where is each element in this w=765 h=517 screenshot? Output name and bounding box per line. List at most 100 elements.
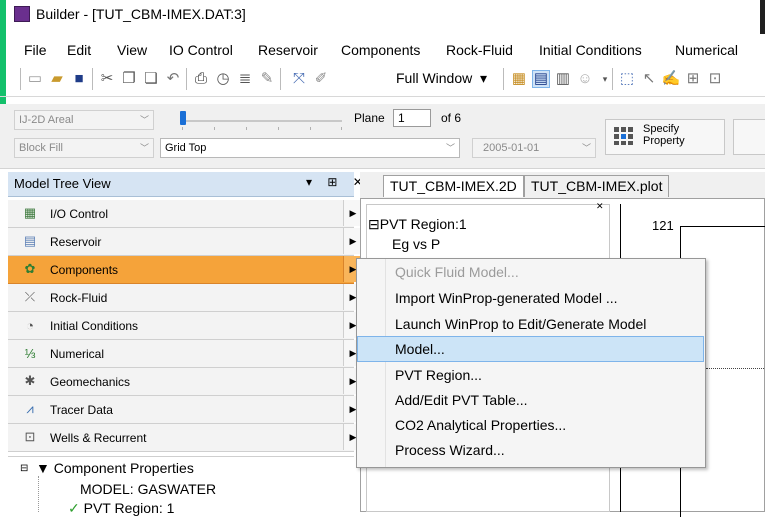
paste-icon[interactable]: ❏ — [142, 70, 160, 88]
menu-rock-fluid[interactable]: Rock-Fluid — [446, 42, 513, 58]
tree-connector — [38, 476, 40, 512]
specify-property-label: Specify Property — [643, 123, 685, 147]
pencil-icon[interactable]: ✎ — [258, 70, 276, 88]
nav-item-wells-recurrent[interactable]: ⊡ Wells & Recurrent ▶ — [8, 424, 362, 452]
cut-icon[interactable]: ✂ — [98, 70, 116, 88]
specify-line-2: Property — [643, 135, 685, 147]
edit-icon[interactable]: ✐ — [312, 70, 330, 88]
timer-icon[interactable]: ◷ — [214, 70, 232, 88]
slider-tick — [214, 127, 215, 130]
chevron-down-icon: ﹀ — [139, 143, 149, 153]
menu-item-import-winprop[interactable]: Import WinProp-generated Model ... — [357, 285, 704, 311]
nav-item-geomechanics[interactable]: ✱ Geomechanics ▶ — [8, 368, 362, 396]
property-value: Grid Top — [165, 142, 207, 154]
menu-item-add-edit-pvt-table[interactable]: Add/Edit PVT Table... — [357, 387, 704, 413]
close-icon[interactable]: ✕ — [596, 201, 604, 212]
rock-fluid-icon: ⤫ — [24, 289, 36, 304]
chevron-down-icon: ﹀ — [581, 143, 591, 153]
copy-icon[interactable]: ❐ — [120, 70, 138, 88]
menu-item-launch-winprop[interactable]: Launch WinProp to Edit/Generate Model — [357, 311, 704, 337]
new-file-icon[interactable]: ▭ — [26, 70, 44, 88]
wells-recurrent-icon: ⊡ — [24, 429, 36, 444]
plot-gridline — [706, 368, 765, 369]
reservoir-icon: ▤ — [23, 233, 37, 248]
plane-input[interactable]: 1 — [393, 109, 431, 127]
open-folder-icon[interactable]: ▰ — [48, 70, 66, 88]
nav-item-rock-fluid[interactable]: ⤫ Rock-Fluid ▶ — [8, 284, 362, 312]
tracer-data-icon: ⩘ — [26, 401, 34, 416]
nav-item-numerical[interactable]: ⅓ Numerical ▶ — [8, 340, 362, 368]
menu-numerical[interactable]: Numerical — [675, 42, 738, 58]
region-icon[interactable]: ⊡ — [706, 70, 724, 88]
tab-2d-view[interactable]: TUT_CBM-IMEX.2D — [383, 175, 524, 197]
menu-view[interactable]: View — [117, 42, 147, 58]
nav-item-initial-conditions[interactable]: ◔ Initial Conditions ▶ — [8, 312, 362, 340]
nav-item-label: Reservoir — [50, 235, 102, 249]
nav-item-label: Rock-Fluid — [50, 291, 108, 305]
print-icon[interactable]: ⎙ — [192, 70, 210, 88]
properties-icon[interactable]: ▦ — [510, 70, 528, 88]
nav-item-components[interactable]: ✿ Components ▶ — [8, 256, 362, 284]
view-type-value: IJ-2D Areal — [19, 114, 74, 126]
property-select[interactable]: Grid Top ﹀ — [160, 138, 460, 158]
draw-icon[interactable]: ✍ — [662, 70, 681, 88]
menu-edit[interactable]: Edit — [67, 42, 91, 58]
view-type-select[interactable]: IJ-2D Areal ﹀ — [14, 110, 154, 130]
menu-io-control[interactable]: IO Control — [169, 42, 233, 58]
zoom-fit-icon[interactable]: ⤧ — [290, 70, 308, 88]
nav-item-io-control[interactable]: ▦ I/O Control ▶ — [8, 200, 362, 228]
menu-components[interactable]: Components — [341, 42, 420, 58]
window-title: Builder - [TUT_CBM-IMEX.DAT:3] — [36, 6, 246, 22]
tree-node-label: PVT Region: 1 — [83, 500, 175, 516]
fill-type-select[interactable]: Block Fill ﹀ — [14, 138, 154, 158]
pvt-region-label: PVT Region:1 — [379, 216, 467, 232]
collapse-icon: ⊟ — [368, 216, 380, 232]
collapse-icon[interactable]: ⊟ — [20, 463, 28, 474]
calculator-button[interactable] — [733, 119, 765, 155]
view-mode-combo[interactable]: Full Window ▾ — [396, 70, 487, 87]
pointer-icon[interactable]: ↖ — [640, 70, 658, 88]
menu-reservoir[interactable]: Reservoir — [258, 42, 318, 58]
io-control-icon: ▦ — [23, 205, 37, 220]
tree-node-component-properties[interactable]: ▼ Component Properties — [36, 460, 194, 476]
pvt-region-node[interactable]: ⊟PVT Region:1 — [368, 216, 467, 233]
smiley-icon[interactable]: ☺ — [576, 70, 594, 88]
plane-label: Plane — [354, 111, 385, 125]
table-view-icon[interactable]: ▥ — [554, 70, 572, 88]
menu-item-pvt-region[interactable]: PVT Region... — [357, 362, 704, 388]
nav-item-label: Components — [50, 263, 119, 277]
pvt-table-node[interactable]: Eg vs P — [392, 236, 440, 252]
menu-item-label: CO2 Analytical Properties... — [395, 417, 567, 433]
plane-slider-thumb[interactable] — [180, 111, 186, 125]
tab-plot-view[interactable]: TUT_CBM-IMEX.plot — [524, 175, 670, 197]
undo-icon[interactable]: ↶ — [164, 70, 182, 88]
menu-file[interactable]: File — [24, 42, 47, 58]
model-tree-title: Model Tree View — [14, 176, 111, 191]
plane-slider-track[interactable] — [182, 120, 342, 122]
grid-edit-icon[interactable]: ⊞ — [684, 70, 702, 88]
menu-item-quick-fluid-model[interactable]: Quick Fluid Model... — [357, 259, 704, 285]
tree-node-pvt-region[interactable]: ✓ PVT Region: 1 — [68, 500, 174, 517]
menu-item-process-wizard[interactable]: Process Wizard... — [357, 437, 704, 463]
initial-conditions-icon: ◔ — [26, 317, 34, 333]
select-icon[interactable]: ⬚ — [618, 70, 636, 88]
menu-item-model[interactable]: Model... — [357, 336, 704, 362]
menu-item-label: Quick Fluid Model... — [395, 264, 519, 280]
nav-item-label: I/O Control — [50, 207, 109, 221]
specify-line-1: Specify — [643, 123, 680, 135]
specify-property-icon — [614, 127, 633, 145]
menu-item-co2-analytical[interactable]: CO2 Analytical Properties... — [357, 412, 704, 438]
menu-initial-conditions[interactable]: Initial Conditions — [539, 42, 642, 58]
nav-item-reservoir[interactable]: ▤ Reservoir ▶ — [8, 228, 362, 256]
toolbar-separator — [612, 68, 613, 90]
nav-item-tracer-data[interactable]: ⩘ Tracer Data ▶ — [8, 396, 362, 424]
toolbar-separator — [92, 68, 93, 90]
geomechanics-icon: ✱ — [24, 373, 36, 388]
save-icon[interactable]: ■ — [70, 70, 88, 88]
list-icon[interactable]: ≣ — [236, 70, 254, 88]
tree-node-model[interactable]: MODEL: GASWATER — [80, 481, 216, 497]
date-select[interactable]: 2005-01-01 ﹀ — [472, 138, 596, 158]
grid-view-icon[interactable]: ▤ — [532, 70, 550, 88]
toolbar-separator — [280, 68, 281, 90]
funnel-icon: ▼ — [36, 460, 50, 476]
